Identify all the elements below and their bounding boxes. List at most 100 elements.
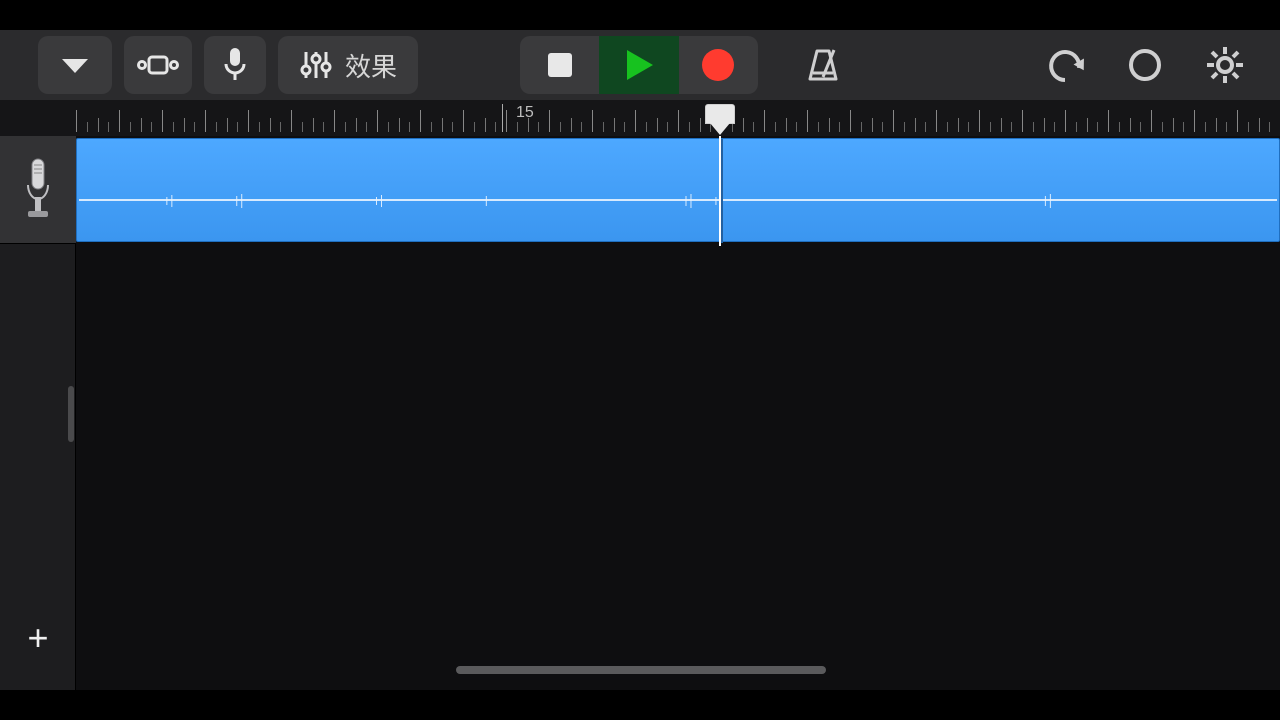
- ruler-tick-major: [248, 110, 249, 132]
- ruler-tick-minor: [947, 122, 948, 132]
- ruler-tick-minor: [689, 122, 690, 132]
- track-lane-1[interactable]: [76, 138, 1280, 242]
- record-icon: [701, 48, 735, 82]
- ruler-tick-minor: [237, 122, 238, 132]
- ruler-tick-minor: [227, 118, 228, 132]
- ruler-tick-minor: [87, 122, 88, 132]
- ruler-tick-minor: [839, 122, 840, 132]
- letterbox-top: [0, 0, 1280, 30]
- fx-controls-button[interactable]: 效果: [278, 36, 418, 94]
- ruler-tick-minor: [829, 118, 830, 132]
- ruler-tick-minor: [743, 118, 744, 132]
- ruler-tick-major: [291, 110, 292, 132]
- ruler-tick-minor: [108, 122, 109, 132]
- metronome-button[interactable]: [795, 36, 851, 94]
- ruler-tick-minor: [657, 118, 658, 132]
- ruler-tick-minor: [388, 122, 389, 132]
- ruler-tick-minor: [1130, 118, 1131, 132]
- ruler-tick-minor: [624, 122, 625, 132]
- ruler-tick-major: [764, 110, 765, 132]
- ruler-tick-minor: [968, 122, 969, 132]
- ruler-tick-minor: [786, 118, 787, 132]
- undo-icon: [1045, 48, 1085, 82]
- ruler-tick-minor: [775, 122, 776, 132]
- ruler-tick-minor: [485, 118, 486, 132]
- ruler-tick-minor: [1076, 122, 1077, 132]
- ruler-tick-major: [850, 110, 851, 132]
- audio-region-1[interactable]: [76, 138, 1280, 242]
- loop-button[interactable]: [1124, 36, 1166, 94]
- ruler-tick-minor: [861, 122, 862, 132]
- track-header-1[interactable]: [0, 136, 76, 244]
- microphone-button[interactable]: [204, 36, 266, 94]
- ruler-tick-major: [506, 110, 507, 132]
- view-menu-dropdown[interactable]: [38, 36, 112, 94]
- gear-icon: [1205, 45, 1245, 85]
- ruler-tick-minor: [925, 122, 926, 132]
- add-track-button[interactable]: +: [0, 608, 76, 668]
- transport-controls: [520, 36, 758, 94]
- fx-label: 效果: [345, 47, 397, 84]
- ruler-tick-minor: [904, 122, 905, 132]
- ruler-tick-minor: [538, 122, 539, 132]
- ruler-tick-minor: [1173, 118, 1174, 132]
- ruler-tick-major: [162, 110, 163, 132]
- horizontal-scrollbar[interactable]: [76, 666, 1280, 676]
- ruler-tick-major: [979, 110, 980, 132]
- ruler-tick-minor: [452, 122, 453, 132]
- undo-button[interactable]: [1044, 36, 1086, 94]
- play-button[interactable]: [599, 36, 678, 94]
- ruler-tick-minor: [1269, 122, 1270, 132]
- ruler-tick-major: [1194, 110, 1195, 132]
- track-sidebar: +: [0, 136, 76, 690]
- playhead-line: [719, 136, 721, 246]
- record-button[interactable]: [679, 36, 758, 94]
- stop-button[interactable]: [520, 36, 599, 94]
- playhead-marker[interactable]: [705, 104, 735, 124]
- ruler-tick-major: [592, 110, 593, 132]
- ruler-tick-major: [1022, 110, 1023, 132]
- ruler-tick-minor: [151, 122, 152, 132]
- microphone-icon: [222, 46, 248, 84]
- scrollbar-thumb[interactable]: [456, 666, 826, 674]
- ruler-tick-major: [678, 110, 679, 132]
- trim-region-button[interactable]: [124, 36, 192, 94]
- ruler-tick-major: [1108, 110, 1109, 132]
- ruler-tick-minor: [571, 118, 572, 132]
- ruler-tick-minor: [98, 118, 99, 132]
- sidebar-resize-handle[interactable]: [68, 386, 74, 442]
- ruler-tick-minor: [141, 118, 142, 132]
- left-tool-group: 效果: [38, 36, 418, 94]
- ruler-tick-minor: [872, 118, 873, 132]
- ruler-tick-minor: [1087, 118, 1088, 132]
- ruler-tick-minor: [915, 118, 916, 132]
- ruler-tick-minor: [323, 122, 324, 132]
- settings-button[interactable]: [1204, 36, 1246, 94]
- ruler-tick-minor: [474, 122, 475, 132]
- timeline-ruler[interactable]: 15: [76, 100, 1280, 136]
- ruler-tick-minor: [1259, 118, 1260, 132]
- ruler-tick-minor: [302, 122, 303, 132]
- trim-icon: [134, 50, 182, 80]
- ruler-tick-minor: [1044, 118, 1045, 132]
- ruler-tick-minor: [1011, 122, 1012, 132]
- ruler-tick-minor: [495, 122, 496, 132]
- region-split-line: [721, 139, 723, 243]
- ruler-tick-minor: [259, 122, 260, 132]
- ruler-marker-label: 15: [516, 104, 534, 122]
- app-root: 效果: [0, 0, 1280, 720]
- stop-icon: [546, 51, 574, 79]
- ruler-tick-minor: [280, 122, 281, 132]
- play-icon: [623, 48, 655, 82]
- ruler-tick-minor: [796, 122, 797, 132]
- ruler-tick-minor: [517, 122, 518, 132]
- ruler-tick-minor: [603, 122, 604, 132]
- ruler-tick-major: [76, 110, 77, 132]
- ruler-tick-minor: [442, 118, 443, 132]
- ruler-tick-minor: [667, 122, 668, 132]
- ruler-tick-major: [420, 110, 421, 132]
- studio-microphone-icon: [22, 155, 54, 225]
- ruler-tick-minor: [818, 122, 819, 132]
- ruler-tick-minor: [130, 122, 131, 132]
- ruler-tick-minor: [194, 122, 195, 132]
